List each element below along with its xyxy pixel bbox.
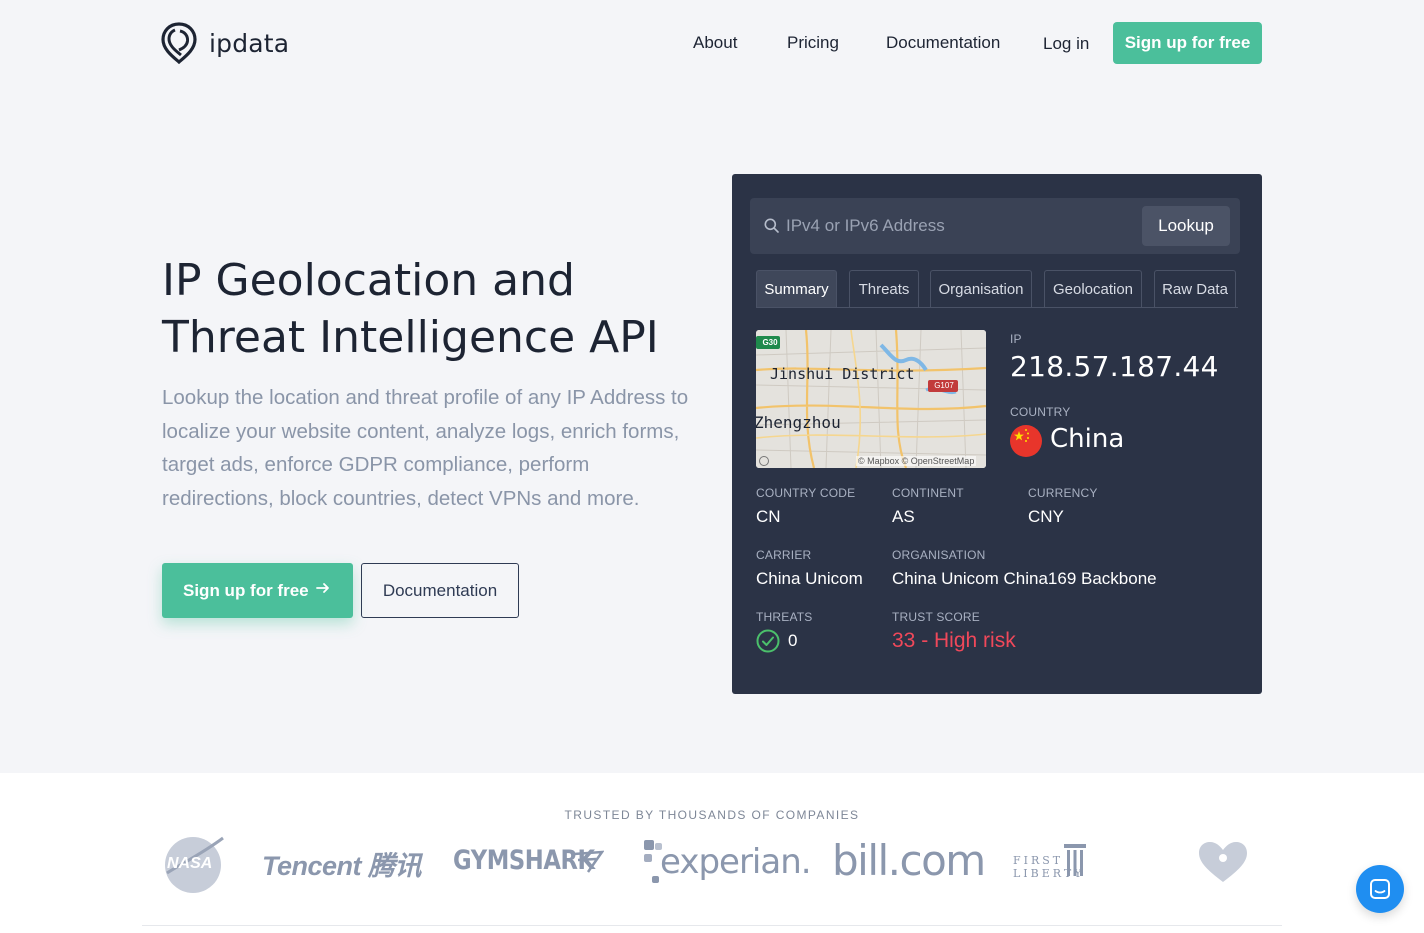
threats-label: THREATS bbox=[756, 610, 813, 624]
chat-icon bbox=[1370, 879, 1390, 899]
site-header: ipdata About Pricing Documentation Log i… bbox=[0, 0, 1424, 86]
gymshark-mark-icon bbox=[573, 850, 604, 873]
currency-label: CURRENCY bbox=[1028, 486, 1098, 500]
company-logo-experian: experian. bbox=[660, 842, 812, 882]
nav-pricing-link[interactable]: Pricing bbox=[787, 33, 839, 53]
ip-lookup-panel: Lookup Summary Threats Organisation Geol… bbox=[732, 174, 1262, 694]
mapbox-logo-icon bbox=[759, 456, 769, 466]
organisation-value: China Unicom China169 Backbone bbox=[892, 569, 1157, 588]
company-logo-nasa: NASA bbox=[163, 833, 225, 893]
company-logo-tencent: Tencent 腾讯 bbox=[262, 851, 422, 881]
currency-value: CNY bbox=[1028, 507, 1064, 526]
map-credit: © Mapbox © OpenStreetMap bbox=[856, 456, 977, 466]
trusted-title: TRUSTED BY THOUSANDS OF COMPANIES bbox=[564, 808, 860, 822]
trusted-section: TRUSTED BY THOUSANDS OF COMPANIES NASA T… bbox=[0, 773, 1424, 933]
nav-signup-button[interactable]: Sign up for free bbox=[1113, 22, 1262, 64]
tab-threats[interactable]: Threats bbox=[849, 270, 919, 307]
map-road-g107: G107 bbox=[934, 381, 954, 390]
country-code-value: CN bbox=[756, 507, 781, 526]
tab-geolocation[interactable]: Geolocation bbox=[1044, 270, 1142, 307]
tab-summary[interactable]: Summary bbox=[756, 270, 837, 307]
company-logos: NASA Tencent 腾讯 GYMSHARK experian. bill.… bbox=[0, 828, 1424, 898]
map-district-label: Jinshui District bbox=[770, 365, 915, 383]
organisation-label: ORGANISATION bbox=[892, 548, 986, 562]
hero-signup-button[interactable]: Sign up for free bbox=[162, 563, 353, 618]
section-divider bbox=[142, 925, 1282, 926]
country-label: COUNTRY bbox=[1010, 405, 1071, 419]
map-road-g30: G30 bbox=[762, 338, 778, 347]
location-map[interactable]: G30 G107 Jinshui District Zhengzhou © Ma… bbox=[756, 330, 986, 468]
nav-about-link[interactable]: About bbox=[693, 33, 737, 53]
tab-raw-data[interactable]: Raw Data bbox=[1154, 270, 1236, 307]
search-icon bbox=[764, 218, 779, 233]
brand-logo[interactable]: ipdata bbox=[161, 22, 289, 64]
country-value: China bbox=[1050, 424, 1125, 454]
map-city-label: Zhengzhou bbox=[756, 413, 841, 432]
hero-title-line1: IP Geolocation and bbox=[162, 255, 575, 306]
nav-login-link[interactable]: Log in bbox=[1043, 34, 1089, 54]
chat-launcher-button[interactable] bbox=[1356, 865, 1404, 913]
hero-description: Lookup the location and threat profile o… bbox=[162, 386, 689, 511]
nav-documentation-link[interactable]: Documentation bbox=[886, 33, 1000, 53]
continent-value: AS bbox=[892, 507, 915, 526]
hero-title-line2: Threat Intelligence API bbox=[162, 312, 659, 363]
trust-score-label: TRUST SCORE bbox=[892, 610, 980, 624]
ip-search-bar: Lookup bbox=[750, 198, 1240, 254]
company-logo-iheart: iHeart bbox=[1195, 840, 1255, 884]
tab-organisation[interactable]: Organisation bbox=[930, 270, 1032, 307]
ip-search-input[interactable] bbox=[786, 198, 1136, 254]
hero-documentation-button[interactable]: Documentation bbox=[361, 563, 519, 618]
china-flag-icon bbox=[1010, 425, 1042, 457]
carrier-value: China Unicom bbox=[756, 569, 863, 588]
location-pin-icon bbox=[161, 22, 197, 64]
company-logo-bill: bill.com bbox=[832, 836, 986, 885]
map-roads bbox=[756, 330, 986, 468]
company-logo-first-liberty: FIRST LIBERTY bbox=[1013, 854, 1085, 880]
trust-score-value: 33 - High risk bbox=[892, 629, 1016, 652]
threats-value: 0 bbox=[788, 631, 798, 650]
lookup-button[interactable]: Lookup bbox=[1142, 206, 1230, 246]
country-code-label: COUNTRY CODE bbox=[756, 486, 856, 500]
hero-title: IP Geolocation and Threat Intelligence A… bbox=[162, 252, 722, 366]
arrow-right-icon bbox=[316, 583, 329, 593]
lookup-tabs: Summary Threats Organisation Geolocation… bbox=[756, 270, 1238, 308]
ip-label: IP bbox=[1010, 332, 1022, 346]
check-circle-icon bbox=[756, 629, 780, 653]
ip-value: 218.57.187.44 bbox=[1010, 350, 1219, 383]
carrier-label: CARRIER bbox=[756, 548, 812, 562]
brand-name: ipdata bbox=[209, 28, 290, 58]
continent-label: CONTINENT bbox=[892, 486, 964, 500]
hero-signup-label: Sign up for free bbox=[183, 580, 309, 600]
